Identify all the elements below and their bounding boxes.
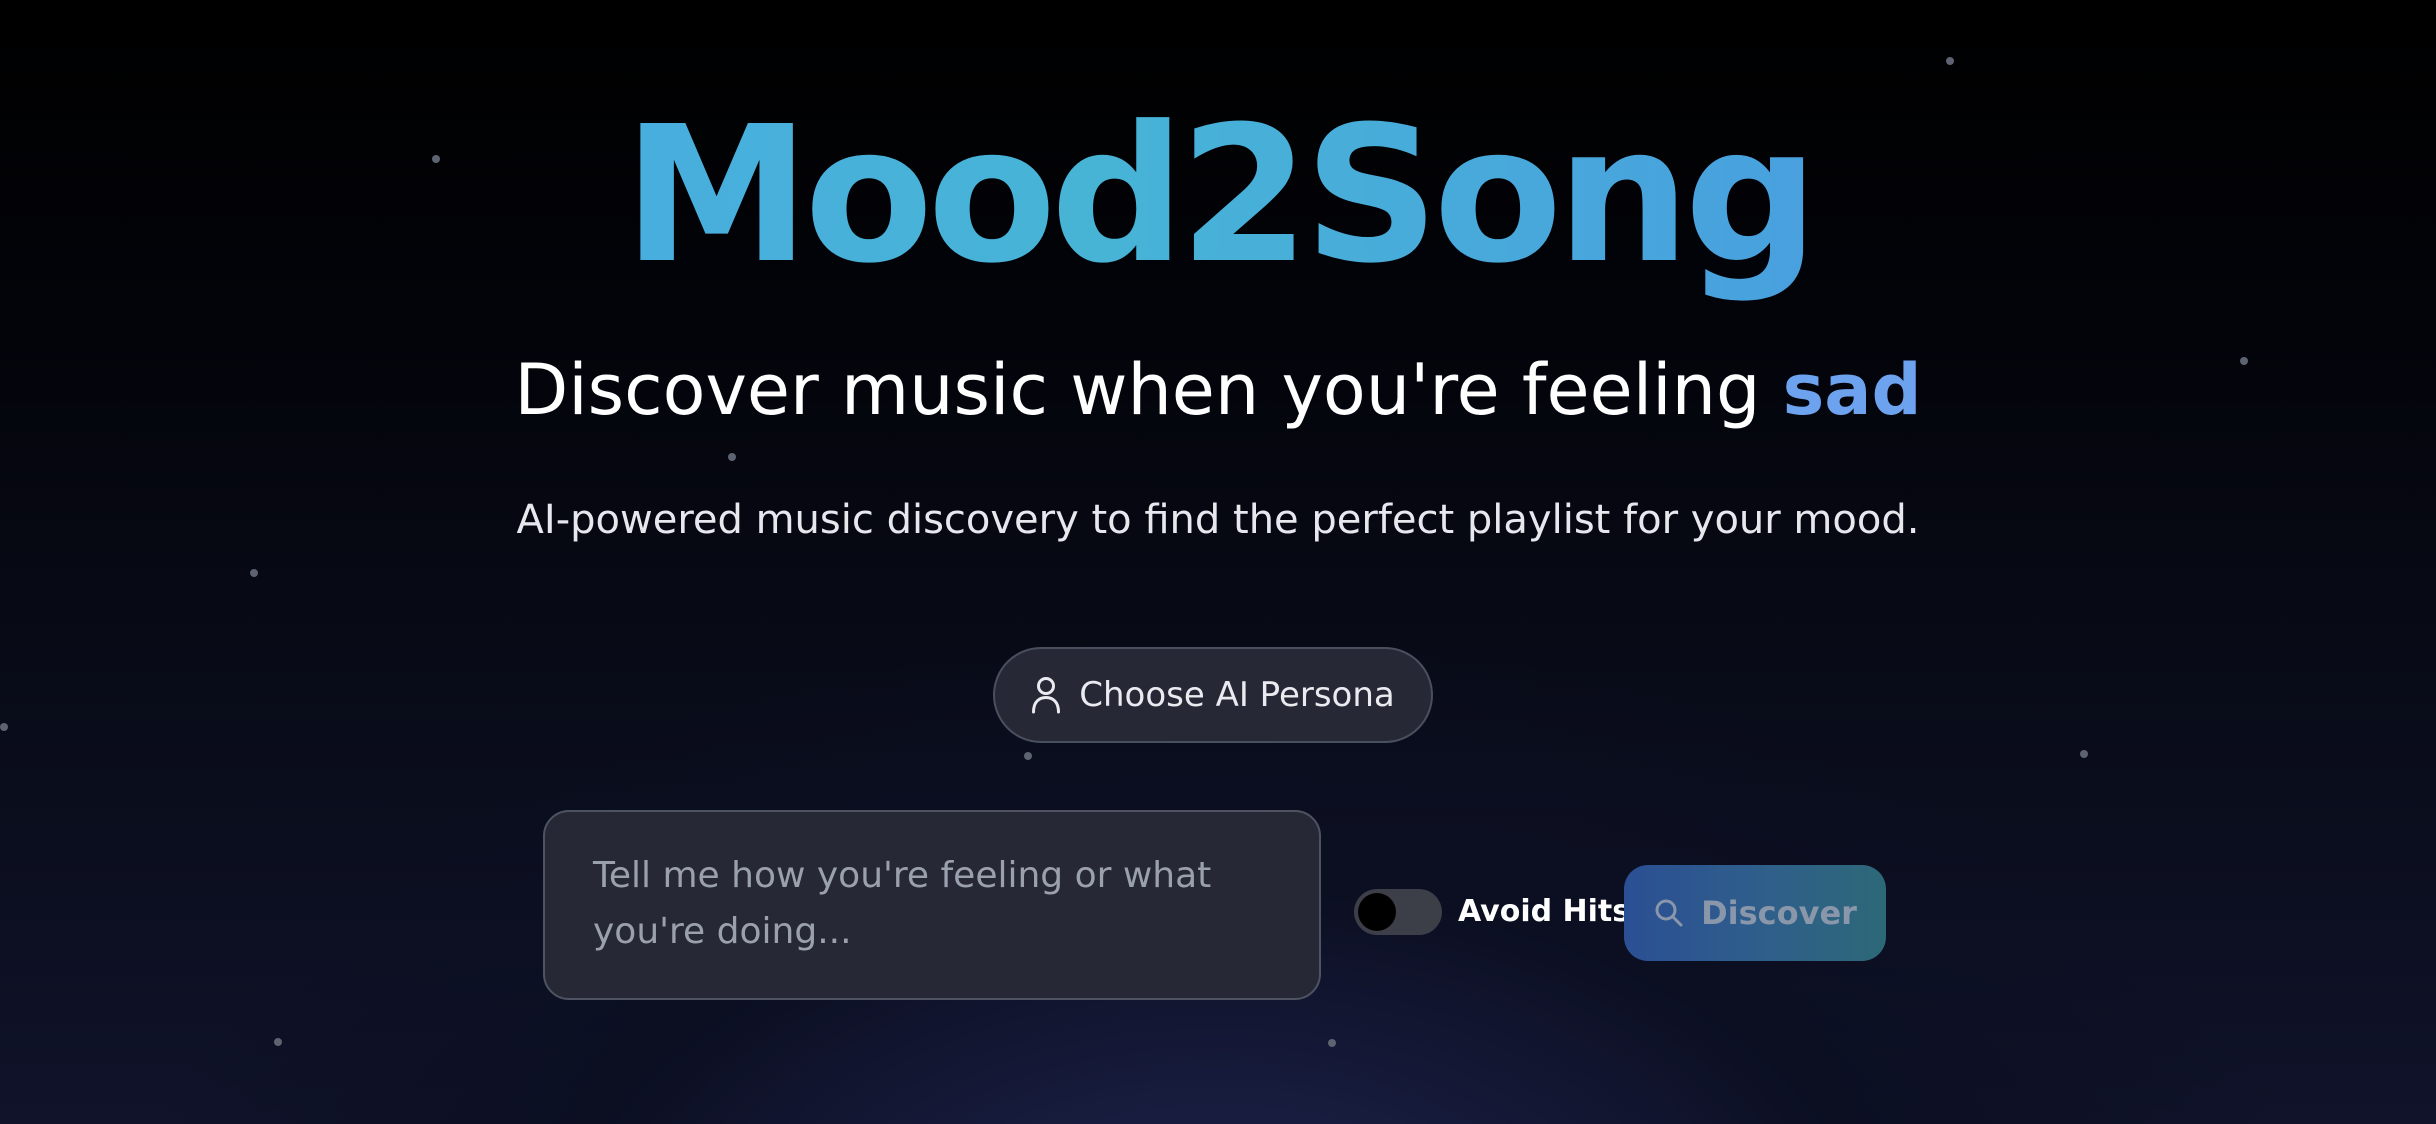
background-star	[2080, 750, 2088, 758]
mood-word: sad	[1782, 349, 1922, 431]
toggle-knob	[1358, 893, 1396, 931]
background-star	[274, 1038, 282, 1046]
background-star	[1946, 57, 1954, 65]
discover-label: Discover	[1701, 894, 1857, 932]
background-star	[0, 723, 8, 731]
background-star	[1024, 752, 1032, 760]
subtitle-prefix: Discover music when you're feeling	[514, 349, 1783, 431]
choose-persona-label: Choose AI Persona	[1079, 675, 1395, 715]
hero-tagline: AI-powered music discovery to find the p…	[516, 497, 1920, 543]
avoid-hits-toggle[interactable]	[1354, 889, 1442, 935]
avoid-hits-label: Avoid Hits	[1458, 894, 1631, 929]
app-title: Mood2Song	[0, 86, 2436, 306]
hero-subtitle: Discover music when you're feeling sad	[0, 345, 2436, 435]
choose-persona-button[interactable]: Choose AI Persona	[993, 647, 1433, 743]
background-star	[728, 453, 736, 461]
discover-button[interactable]: Discover	[1624, 865, 1886, 961]
mood-input[interactable]	[543, 810, 1321, 1000]
search-icon	[1653, 897, 1685, 929]
background-star	[250, 569, 258, 577]
user-icon	[1031, 676, 1061, 714]
background-star	[1328, 1039, 1336, 1047]
